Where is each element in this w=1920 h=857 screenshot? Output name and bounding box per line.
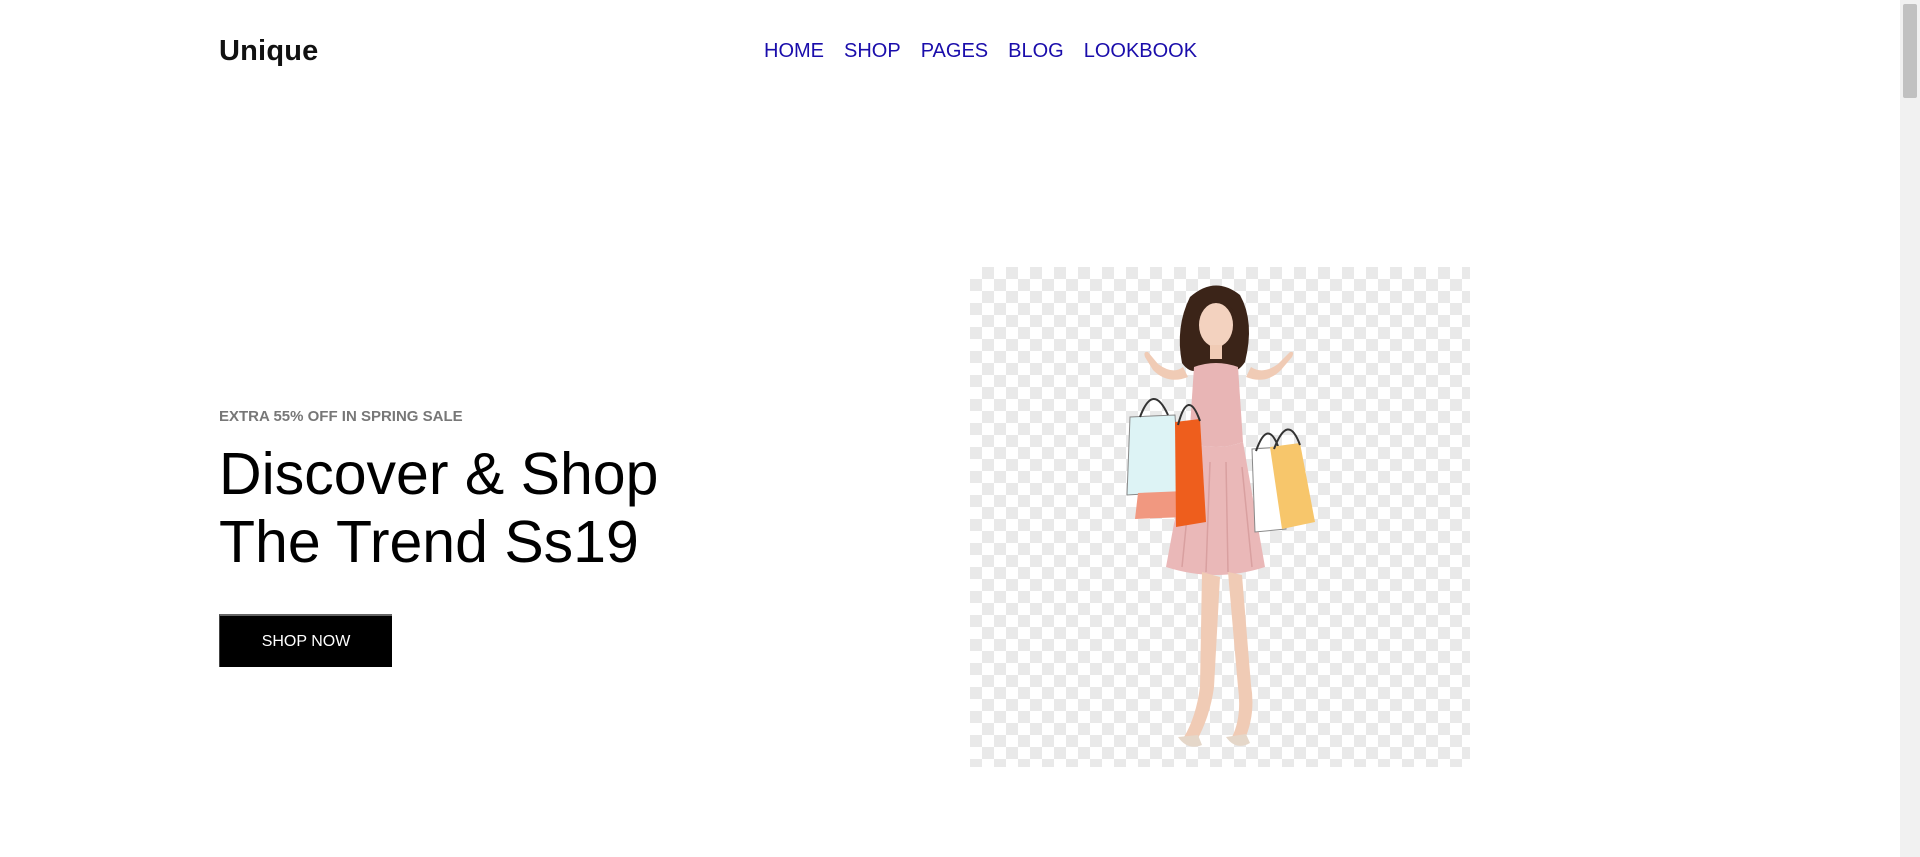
nav-pages-link[interactable]: PAGES <box>921 39 988 63</box>
main-nav: HOME SHOP PAGES BLOG LOOKBOOK <box>764 39 1197 63</box>
hero-text: EXTRA 55% OFF IN SPRING SALE Discover & … <box>219 406 658 576</box>
scrollbar-thumb[interactable] <box>1903 4 1917 98</box>
hero-eyebrow: EXTRA 55% OFF IN SPRING SALE <box>219 408 463 425</box>
nav-blog-link[interactable]: BLOG <box>1008 39 1064 63</box>
hero-image <box>970 267 1470 767</box>
site-logo[interactable]: Unique <box>219 34 318 68</box>
nav-lookbook-link[interactable]: LOOKBOOK <box>1084 39 1197 63</box>
hero-headline-line1: Discover & Shop <box>219 441 659 507</box>
page: Unique HOME SHOP PAGES BLOG LOOKBOOK EXT… <box>0 0 1900 857</box>
shop-now-button[interactable]: SHOP NOW <box>219 614 392 667</box>
hero-headline: Discover & Shop The Trend Ss19 <box>219 440 658 576</box>
page-scrollbar[interactable] <box>1900 0 1920 857</box>
nav-shop-link[interactable]: SHOP <box>844 39 901 63</box>
woman-with-shopping-bags-icon <box>1126 285 1315 747</box>
hero-headline-line2: The Trend Ss19 <box>219 509 639 575</box>
nav-home-link[interactable]: HOME <box>764 39 824 63</box>
